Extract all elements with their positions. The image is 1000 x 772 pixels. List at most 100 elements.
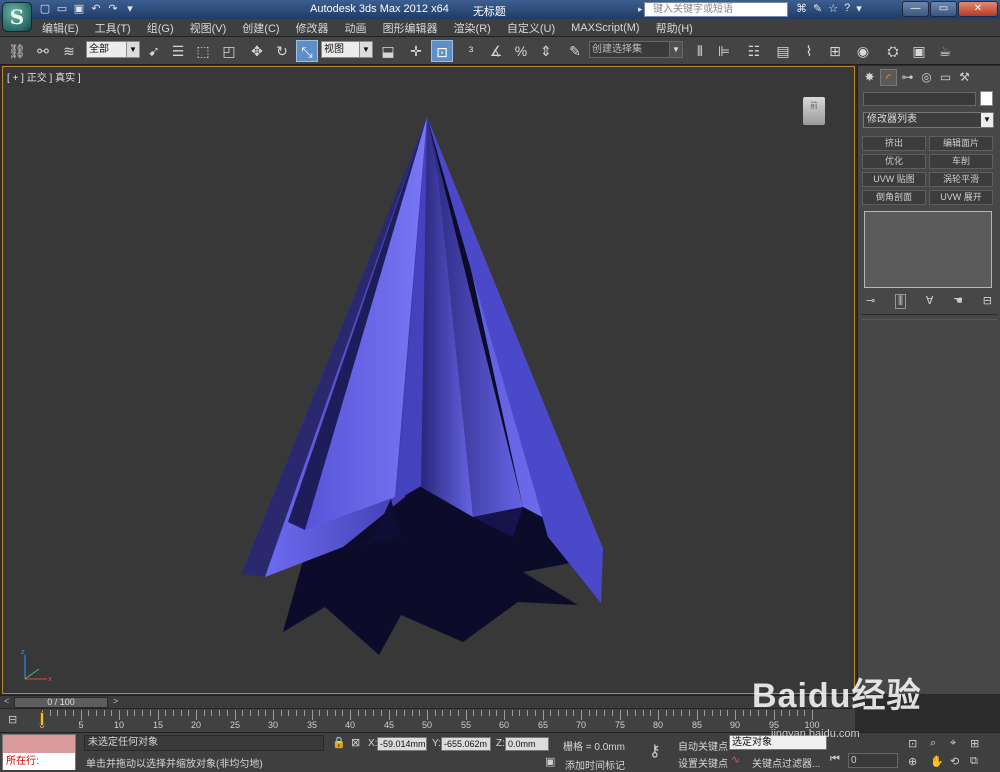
time-slider-next-icon[interactable]: > (113, 696, 118, 706)
key-filters-button[interactable]: 关键点过滤器... (752, 755, 820, 770)
select-object-icon[interactable]: ➹ (143, 40, 165, 62)
track-bar[interactable]: ⊟ 05101520253035404550556065707580859095… (0, 708, 855, 732)
maximize-viewport-icon[interactable]: ⧉ (970, 755, 978, 768)
snaps-toggle-icon[interactable]: ³ (460, 40, 482, 62)
tools-icon[interactable]: ✎ (813, 2, 822, 15)
unwrap-uvw-button[interactable]: UVW 展开 (929, 190, 993, 205)
layer-manager-icon[interactable]: ☷ (743, 40, 765, 62)
new-file-icon[interactable]: ▢ (38, 2, 52, 16)
bevel-profile-button[interactable]: 倒角剖面 (862, 190, 926, 205)
help-search-input[interactable]: 键入关键字或短语 (638, 2, 788, 17)
time-slider-handle[interactable]: 0 / 100 (14, 697, 108, 708)
redo-icon[interactable]: ↷ (106, 2, 120, 16)
percent-snap-icon[interactable]: % (510, 40, 532, 62)
x-coordinate-input[interactable]: -59.014mm (377, 737, 427, 751)
motion-tab-icon[interactable]: ◎ (918, 69, 935, 86)
set-key-icon[interactable]: ⚷ (649, 741, 661, 761)
select-by-name-icon[interactable]: ☰ (167, 40, 189, 62)
pin-stack-icon[interactable]: ⊸ (866, 294, 875, 309)
utilities-tab-icon[interactable]: ⚒ (956, 69, 973, 86)
star-cone-object[interactable] (241, 117, 603, 655)
show-end-result-icon[interactable]: ⫼ (894, 294, 907, 309)
binoculars-icon[interactable]: ⌘ (796, 2, 807, 15)
help-dropdown-icon[interactable]: ▾ (856, 2, 862, 15)
curve-editor-icon[interactable]: ⌇ (798, 40, 820, 62)
menu-graph-editors[interactable]: 图形编辑器 (383, 20, 438, 36)
extrude-button[interactable]: 挤出 (862, 136, 926, 151)
menu-tools[interactable]: 工具(T) (95, 20, 131, 36)
zoom-extents-icon[interactable]: ⊡ (908, 737, 917, 750)
hierarchy-tab-icon[interactable]: ⊶ (899, 69, 916, 86)
menu-edit[interactable]: 编辑(E) (42, 20, 79, 36)
menu-maxscript[interactable]: MAXScript(M) (571, 22, 639, 34)
angle-snap-icon[interactable]: ∡ (485, 40, 507, 62)
turbosmooth-button[interactable]: 涡轮平滑 (929, 172, 993, 187)
zoom-icon[interactable]: ⌕ (930, 737, 936, 750)
open-file-icon[interactable]: ▭ (55, 2, 69, 16)
current-frame-marker[interactable] (40, 712, 44, 726)
configure-modifier-sets-icon[interactable]: ⊟ (983, 294, 992, 309)
current-frame-input[interactable]: 0 (848, 753, 898, 768)
time-tag-icon[interactable]: ▣ (545, 755, 555, 768)
edit-patch-button[interactable]: 编辑面片 (929, 136, 993, 151)
lock-selection-icon[interactable]: 🔒 (332, 736, 346, 749)
menu-customize[interactable]: 自定义(U) (507, 20, 555, 36)
object-color-swatch[interactable] (980, 91, 993, 106)
time-slider[interactable]: < 0 / 100 > (0, 695, 855, 708)
select-and-link-icon[interactable]: ⛓ (6, 40, 28, 62)
orbit-icon[interactable]: ⟲ (950, 755, 959, 768)
mirror-icon[interactable]: ⫴ (689, 40, 711, 62)
menu-help[interactable]: 帮助(H) (656, 20, 693, 36)
mini-curve-editor-icon[interactable]: ⊟ (8, 713, 26, 727)
menu-rendering[interactable]: 渲染(R) (454, 20, 491, 36)
lathe-button[interactable]: 车削 (929, 154, 993, 169)
align-icon[interactable]: ⊫ (713, 40, 735, 62)
modifier-stack-list[interactable] (864, 211, 992, 288)
menu-views[interactable]: 视图(V) (190, 20, 227, 36)
help-icon[interactable]: ? (844, 2, 850, 15)
optimize-button[interactable]: 优化 (862, 154, 926, 169)
rectangular-selection-icon[interactable]: ⬚ (192, 40, 214, 62)
frame-ruler[interactable]: 0510152025303540455055606570758085909510… (39, 709, 822, 733)
remove-modifier-icon[interactable]: ☚ (953, 294, 963, 309)
pivot-center-icon[interactable]: ⬓ (377, 40, 399, 62)
modify-tab-icon[interactable]: ◜ (880, 69, 897, 86)
render-setup-icon[interactable]: ⛭ (882, 40, 904, 62)
graphite-ribbon-icon[interactable]: ▤ (772, 40, 794, 62)
pan-view-icon[interactable]: ✋ (930, 755, 944, 768)
time-slider-prev-icon[interactable]: < (4, 696, 9, 706)
undo-icon[interactable]: ↶ (89, 2, 103, 16)
edit-named-selection-icon[interactable]: ✎ (564, 40, 586, 62)
key-mode-icon[interactable]: ∿ (731, 753, 740, 766)
select-and-scale-icon[interactable]: ⤡ (296, 40, 318, 62)
zoom-all-icon[interactable]: ⊕ (908, 755, 917, 768)
object-name-field[interactable] (863, 92, 976, 106)
named-selection-dropdown[interactable]: 创建选择集 ▼ (589, 41, 683, 58)
select-and-move-icon[interactable]: ✥ (246, 40, 268, 62)
zoom-extents-all-icon[interactable]: ⊞ (970, 737, 979, 750)
rendered-frame-window-icon[interactable]: ▣ (908, 40, 930, 62)
uvw-map-button[interactable]: UVW 贴图 (862, 172, 926, 187)
select-and-rotate-icon[interactable]: ↻ (271, 40, 293, 62)
menu-create[interactable]: 创建(C) (242, 20, 279, 36)
select-and-manipulate-icon[interactable]: ✛ (405, 40, 427, 62)
app-menu-button[interactable]: S (2, 2, 32, 32)
modifier-list-dropdown[interactable]: 修改器列表 ▼ (863, 112, 994, 128)
unlink-selection-icon[interactable]: ⚯ (32, 40, 54, 62)
go-to-start-icon[interactable]: ⏮ (830, 753, 840, 766)
set-key-button[interactable]: 设置关键点 (678, 755, 728, 770)
maximize-button[interactable]: ▭ (930, 1, 957, 17)
render-production-icon[interactable]: ☕ (934, 40, 956, 62)
menu-animation[interactable]: 动画 (345, 20, 367, 36)
absolute-mode-icon[interactable]: ⊠ (351, 736, 360, 749)
field-of-view-icon[interactable]: ⌖ (950, 737, 956, 750)
maxscript-listener[interactable]: 所在行: (2, 734, 76, 770)
material-editor-icon[interactable]: ◉ (852, 40, 874, 62)
y-coordinate-input[interactable]: -655.062m (441, 737, 491, 751)
selection-filter-dropdown[interactable]: 全部 ▼ (86, 41, 140, 58)
quick-access-dropdown-icon[interactable]: ▾ (123, 2, 137, 16)
perspective-viewport[interactable]: [ + ] 正交 ] 真实 ] 前 z x (2, 66, 855, 694)
close-button[interactable]: ✕ (958, 1, 998, 17)
menu-modifiers[interactable]: 修改器 (296, 20, 329, 36)
keyboard-shortcut-override-icon[interactable]: ⊡ (431, 40, 453, 62)
